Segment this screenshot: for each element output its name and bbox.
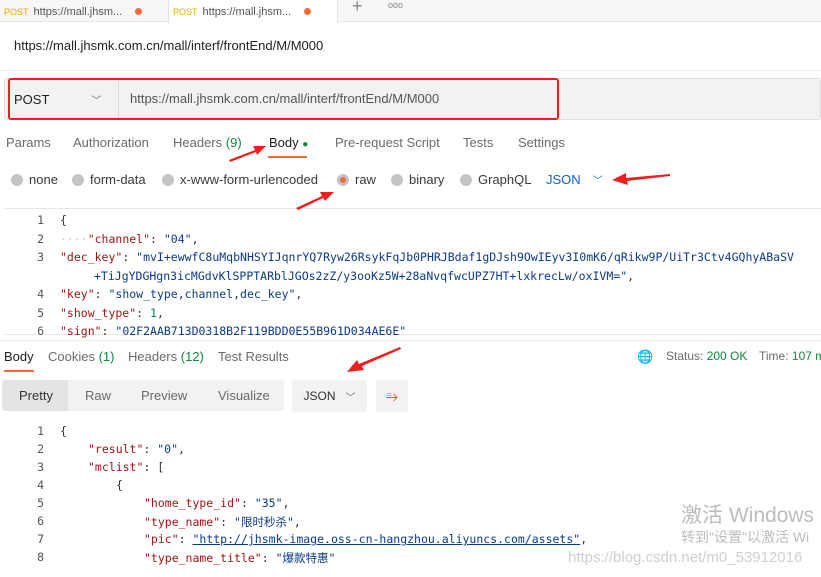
arrow-icon bbox=[347, 347, 401, 372]
annotation-arrows bbox=[229, 146, 670, 372]
arrow-icon bbox=[296, 192, 334, 210]
arrow-icon bbox=[229, 146, 266, 162]
arrow-icon bbox=[612, 173, 670, 185]
